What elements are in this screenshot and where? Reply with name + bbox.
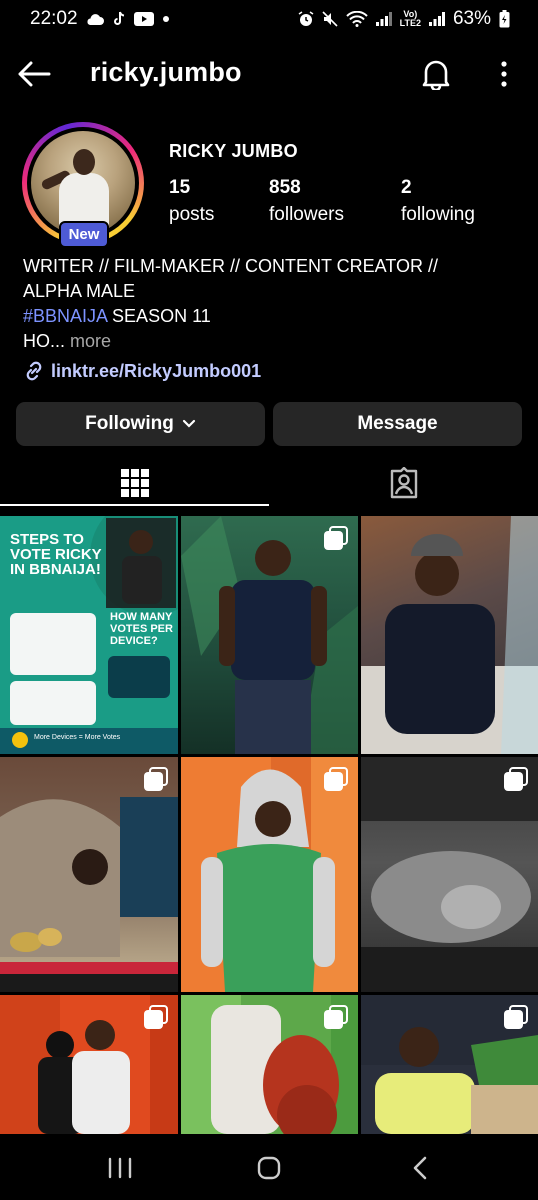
posts-label: posts bbox=[169, 204, 215, 225]
profile-link-text: linktr.ee/RickyJumbo001 bbox=[51, 360, 262, 381]
graphic-title: STEPS TO VOTE RICKY IN BBNAIJA! bbox=[10, 531, 102, 578]
link-icon bbox=[26, 361, 42, 381]
following-button-label: Following bbox=[85, 413, 174, 434]
recents-button[interactable] bbox=[96, 1148, 144, 1188]
graphic-footer: More Devices = More Votes bbox=[34, 734, 121, 741]
bio-line: #BBNAIJA SEASON 11 bbox=[23, 306, 211, 326]
notification-dot-icon bbox=[162, 15, 170, 23]
message-button-label: Message bbox=[357, 413, 438, 434]
post-tile[interactable] bbox=[181, 516, 358, 754]
home-button[interactable] bbox=[245, 1148, 293, 1188]
bell-icon bbox=[422, 60, 450, 90]
message-button[interactable]: Message bbox=[273, 402, 522, 446]
post-tile[interactable] bbox=[181, 757, 358, 992]
following-button[interactable]: Following bbox=[16, 402, 265, 446]
chevron-down-icon bbox=[182, 419, 195, 428]
followers-count: 858 bbox=[269, 177, 301, 198]
profile-username: ricky.jumbo bbox=[90, 57, 242, 87]
profile-link[interactable]: linktr.ee/RickyJumbo001 bbox=[23, 360, 261, 382]
bio-more-link[interactable]: more bbox=[70, 331, 111, 351]
post-tile[interactable] bbox=[0, 757, 178, 992]
notifications-button[interactable] bbox=[418, 56, 454, 92]
post-tile[interactable] bbox=[0, 995, 178, 1134]
following-label: following bbox=[401, 204, 475, 225]
post-tile[interactable]: STEPS TO VOTE RICKY IN BBNAIJA! HOW MANY… bbox=[0, 516, 178, 754]
youtube-icon bbox=[133, 12, 154, 26]
signal-icon bbox=[375, 12, 392, 26]
battery-percent: 63% bbox=[452, 8, 491, 29]
following-stat[interactable]: 2 following bbox=[401, 176, 475, 230]
more-vertical-icon bbox=[501, 61, 507, 87]
status-time: 22:02 bbox=[30, 8, 78, 29]
back-button[interactable] bbox=[16, 56, 52, 92]
following-count: 2 bbox=[401, 177, 412, 198]
tagged-icon bbox=[390, 467, 417, 499]
post-tile[interactable] bbox=[361, 757, 538, 992]
bio-line: WRITER // FILM-MAKER // CONTENT CREATOR … bbox=[23, 256, 439, 276]
tiktok-icon bbox=[112, 11, 126, 27]
tab-posts-grid[interactable] bbox=[0, 460, 269, 506]
active-tab-indicator bbox=[0, 504, 269, 506]
profile-bio: WRITER // FILM-MAKER // CONTENT CREATOR … bbox=[23, 254, 523, 354]
back-icon bbox=[413, 1156, 427, 1180]
grid-icon bbox=[120, 469, 149, 497]
signal-2-icon bbox=[428, 12, 445, 26]
posts-count: 15 bbox=[169, 177, 191, 198]
back-arrow-icon bbox=[18, 61, 51, 87]
profile-header: ricky.jumbo bbox=[0, 44, 538, 102]
system-navigation-bar bbox=[0, 1134, 538, 1200]
post-tile[interactable] bbox=[361, 995, 538, 1134]
battery-icon bbox=[499, 10, 510, 28]
post-tile[interactable] bbox=[181, 995, 358, 1134]
network-type-label: Vo) LTE2 bbox=[399, 9, 421, 28]
alarm-icon bbox=[298, 11, 314, 27]
wifi-icon bbox=[345, 11, 368, 27]
followers-label: followers bbox=[269, 204, 344, 225]
new-badge: New bbox=[59, 221, 109, 248]
mute-icon bbox=[322, 11, 338, 27]
bio-line: HO... more bbox=[23, 331, 112, 351]
multiple-images-icon bbox=[324, 526, 348, 550]
multiple-images-icon bbox=[144, 1005, 168, 1029]
posts-stat[interactable]: 15 posts bbox=[169, 176, 214, 230]
post-tile[interactable] bbox=[361, 516, 538, 754]
followers-stat[interactable]: 858 followers bbox=[269, 176, 344, 230]
hashtag-link[interactable]: #BBNAIJA bbox=[23, 306, 107, 326]
cloud-icon bbox=[86, 13, 104, 25]
multiple-images-icon bbox=[324, 767, 348, 791]
nav-back-button[interactable] bbox=[396, 1148, 444, 1188]
status-bar: 22:02 Vo) LTE2 63% bbox=[0, 0, 538, 38]
bio-line: ALPHA MALE bbox=[23, 281, 136, 301]
display-name: RICKY JUMBO bbox=[169, 141, 298, 161]
multiple-images-icon bbox=[504, 1005, 528, 1029]
graphic-side-title: HOW MANY VOTES PER DEVICE? bbox=[110, 611, 173, 647]
more-options-button[interactable] bbox=[486, 56, 522, 92]
home-icon bbox=[257, 1156, 281, 1180]
multiple-images-icon bbox=[504, 767, 528, 791]
recents-icon bbox=[108, 1157, 132, 1179]
avatar bbox=[31, 131, 135, 235]
multiple-images-icon bbox=[144, 767, 168, 791]
tab-tagged[interactable] bbox=[269, 460, 538, 506]
multiple-images-icon bbox=[324, 1005, 348, 1029]
